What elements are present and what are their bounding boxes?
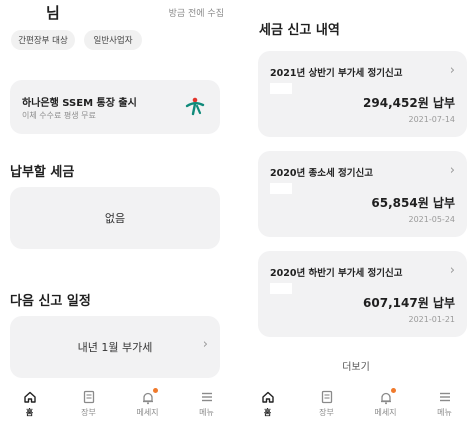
menu-icon <box>439 392 450 402</box>
nav-label: 메세지 <box>374 408 397 417</box>
history-item-date: 2021-01-21 <box>408 315 456 324</box>
chevron-right-icon: › <box>202 337 208 352</box>
tax-due-title: 납부할 세금 <box>10 165 75 180</box>
redacted-block <box>270 183 292 194</box>
nav-ledger[interactable]: 장부 <box>297 386 356 423</box>
bell-icon <box>142 392 153 405</box>
nav-menu[interactable]: 메뉴 <box>415 386 474 423</box>
history-screen: 세금 신고 내역 2021년 상반기 부가세 정기신고 294,452원 납부 … <box>238 0 474 423</box>
tax-due-value: 없음 <box>104 212 126 225</box>
nav-label: 메뉴 <box>437 408 452 417</box>
history-item-amount: 607,147원 납부 <box>363 296 455 310</box>
bell-icon-wrap <box>379 388 396 405</box>
nav-label: 홈 <box>263 408 272 417</box>
ledger-icon <box>321 390 332 404</box>
home-icon <box>261 391 274 403</box>
chip-business-type[interactable]: 일반사업자 <box>84 30 142 50</box>
user-name: 님 <box>46 4 60 22</box>
chevron-right-icon: › <box>449 63 455 78</box>
bell-icon-wrap <box>141 388 158 405</box>
redacted-block <box>270 283 292 294</box>
more-button[interactable]: 더보기 <box>238 358 474 373</box>
chevron-right-icon: › <box>449 263 455 278</box>
notification-badge <box>390 388 396 393</box>
home-screen: 님 방금 전에 수집 간편장부 대상 일반사업자 하나은행 SSEM 통장 출시… <box>0 0 236 423</box>
nav-label: 장부 <box>319 408 334 417</box>
history-item[interactable]: 2020년 종소세 정기신고 65,854원 납부 2021-05-24 › <box>258 151 467 237</box>
bell-icon <box>380 392 391 405</box>
history-item-date: 2021-05-24 <box>408 215 456 224</box>
hana-bank-logo-icon <box>185 97 205 116</box>
bottom-nav: 홈 장부 메세지 메뉴 <box>238 386 474 423</box>
bottom-nav: 홈 장부 메세지 메뉴 <box>0 386 236 423</box>
nav-messages[interactable]: 메세지 <box>118 386 177 423</box>
history-item-name: 2020년 하반기 부가세 정기신고 <box>270 268 403 279</box>
nav-menu[interactable]: 메뉴 <box>177 386 236 423</box>
bank-promo-card[interactable]: 하나은행 SSEM 통장 출시 이체 수수료 평생 무료 <box>10 80 220 134</box>
history-item[interactable]: 2020년 하반기 부가세 정기신고 607,147원 납부 2021-01-2… <box>258 251 467 337</box>
notification-badge <box>152 388 158 393</box>
nav-home[interactable]: 홈 <box>238 386 297 423</box>
history-item-date: 2021-07-14 <box>408 115 456 124</box>
redacted-block <box>270 83 292 94</box>
home-icon <box>23 391 36 403</box>
bank-promo-title: 하나은행 SSEM 통장 출시 <box>22 98 137 109</box>
history-item-amount: 65,854원 납부 <box>371 196 455 210</box>
nav-label: 장부 <box>81 408 96 417</box>
nav-home[interactable]: 홈 <box>0 386 59 423</box>
tax-due-card[interactable]: 없음 <box>10 187 220 249</box>
updated-time[interactable]: 방금 전에 수집 <box>169 6 224 19</box>
chevron-right-icon: › <box>449 163 455 178</box>
schedule-card[interactable]: 내년 1월 부가세 › <box>10 316 220 378</box>
nav-label: 메세지 <box>136 408 159 417</box>
nav-label: 홈 <box>25 408 34 417</box>
history-item-name: 2021년 상반기 부가세 정기신고 <box>270 68 403 79</box>
nav-label: 메뉴 <box>199 408 214 417</box>
schedule-title: 다음 신고 일정 <box>10 294 91 309</box>
history-item-name: 2020년 종소세 정기신고 <box>270 168 373 179</box>
history-item-amount: 294,452원 납부 <box>363 96 455 110</box>
history-title: 세금 신고 내역 <box>259 23 340 38</box>
schedule-value: 내년 1월 부가세 <box>77 341 153 354</box>
ledger-icon <box>83 390 94 404</box>
menu-icon <box>201 392 212 402</box>
nav-messages[interactable]: 메세지 <box>356 386 415 423</box>
bank-promo-subtitle: 이체 수수료 평생 무료 <box>22 111 96 120</box>
chip-bookkeeping-type[interactable]: 간편장부 대상 <box>11 30 75 50</box>
history-item[interactable]: 2021년 상반기 부가세 정기신고 294,452원 납부 2021-07-1… <box>258 51 467 137</box>
nav-ledger[interactable]: 장부 <box>59 386 118 423</box>
